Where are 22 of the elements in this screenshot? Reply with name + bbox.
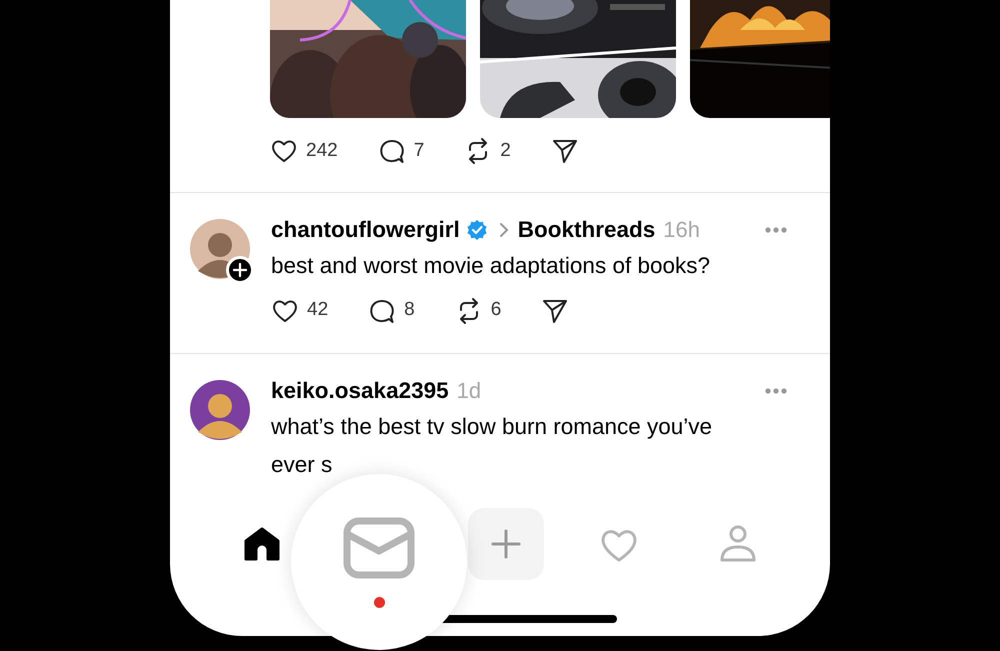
post-time: 16h xyxy=(663,216,700,244)
username[interactable]: chantouflowergirl xyxy=(271,212,460,246)
reply-count: 8 xyxy=(404,298,415,322)
like-count: 242 xyxy=(306,139,338,163)
username[interactable]: keiko.osaka2395 xyxy=(271,374,449,408)
like-count: 42 xyxy=(307,298,328,322)
repost-count: 6 xyxy=(490,298,502,322)
send-icon[interactable] xyxy=(550,137,579,166)
reply-icon[interactable] xyxy=(378,137,406,166)
more-icon[interactable] xyxy=(764,386,788,394)
more-icon[interactable] xyxy=(764,226,788,234)
repost-count: 2 xyxy=(500,139,511,163)
envelope-icon xyxy=(343,516,416,578)
compose-tab[interactable] xyxy=(468,508,544,580)
post-text: what’s the best tv slow burn romance you’ve ever s xyxy=(271,412,714,478)
plus-icon xyxy=(233,262,247,276)
plus-icon xyxy=(490,528,522,560)
reply-count: 7 xyxy=(414,139,424,163)
post-text: best and worst movie adaptations of books? xyxy=(271,252,712,280)
chevron-right-icon xyxy=(498,222,510,238)
community-name[interactable]: Bookthreads xyxy=(518,212,656,246)
post-time: 1d xyxy=(456,377,482,405)
